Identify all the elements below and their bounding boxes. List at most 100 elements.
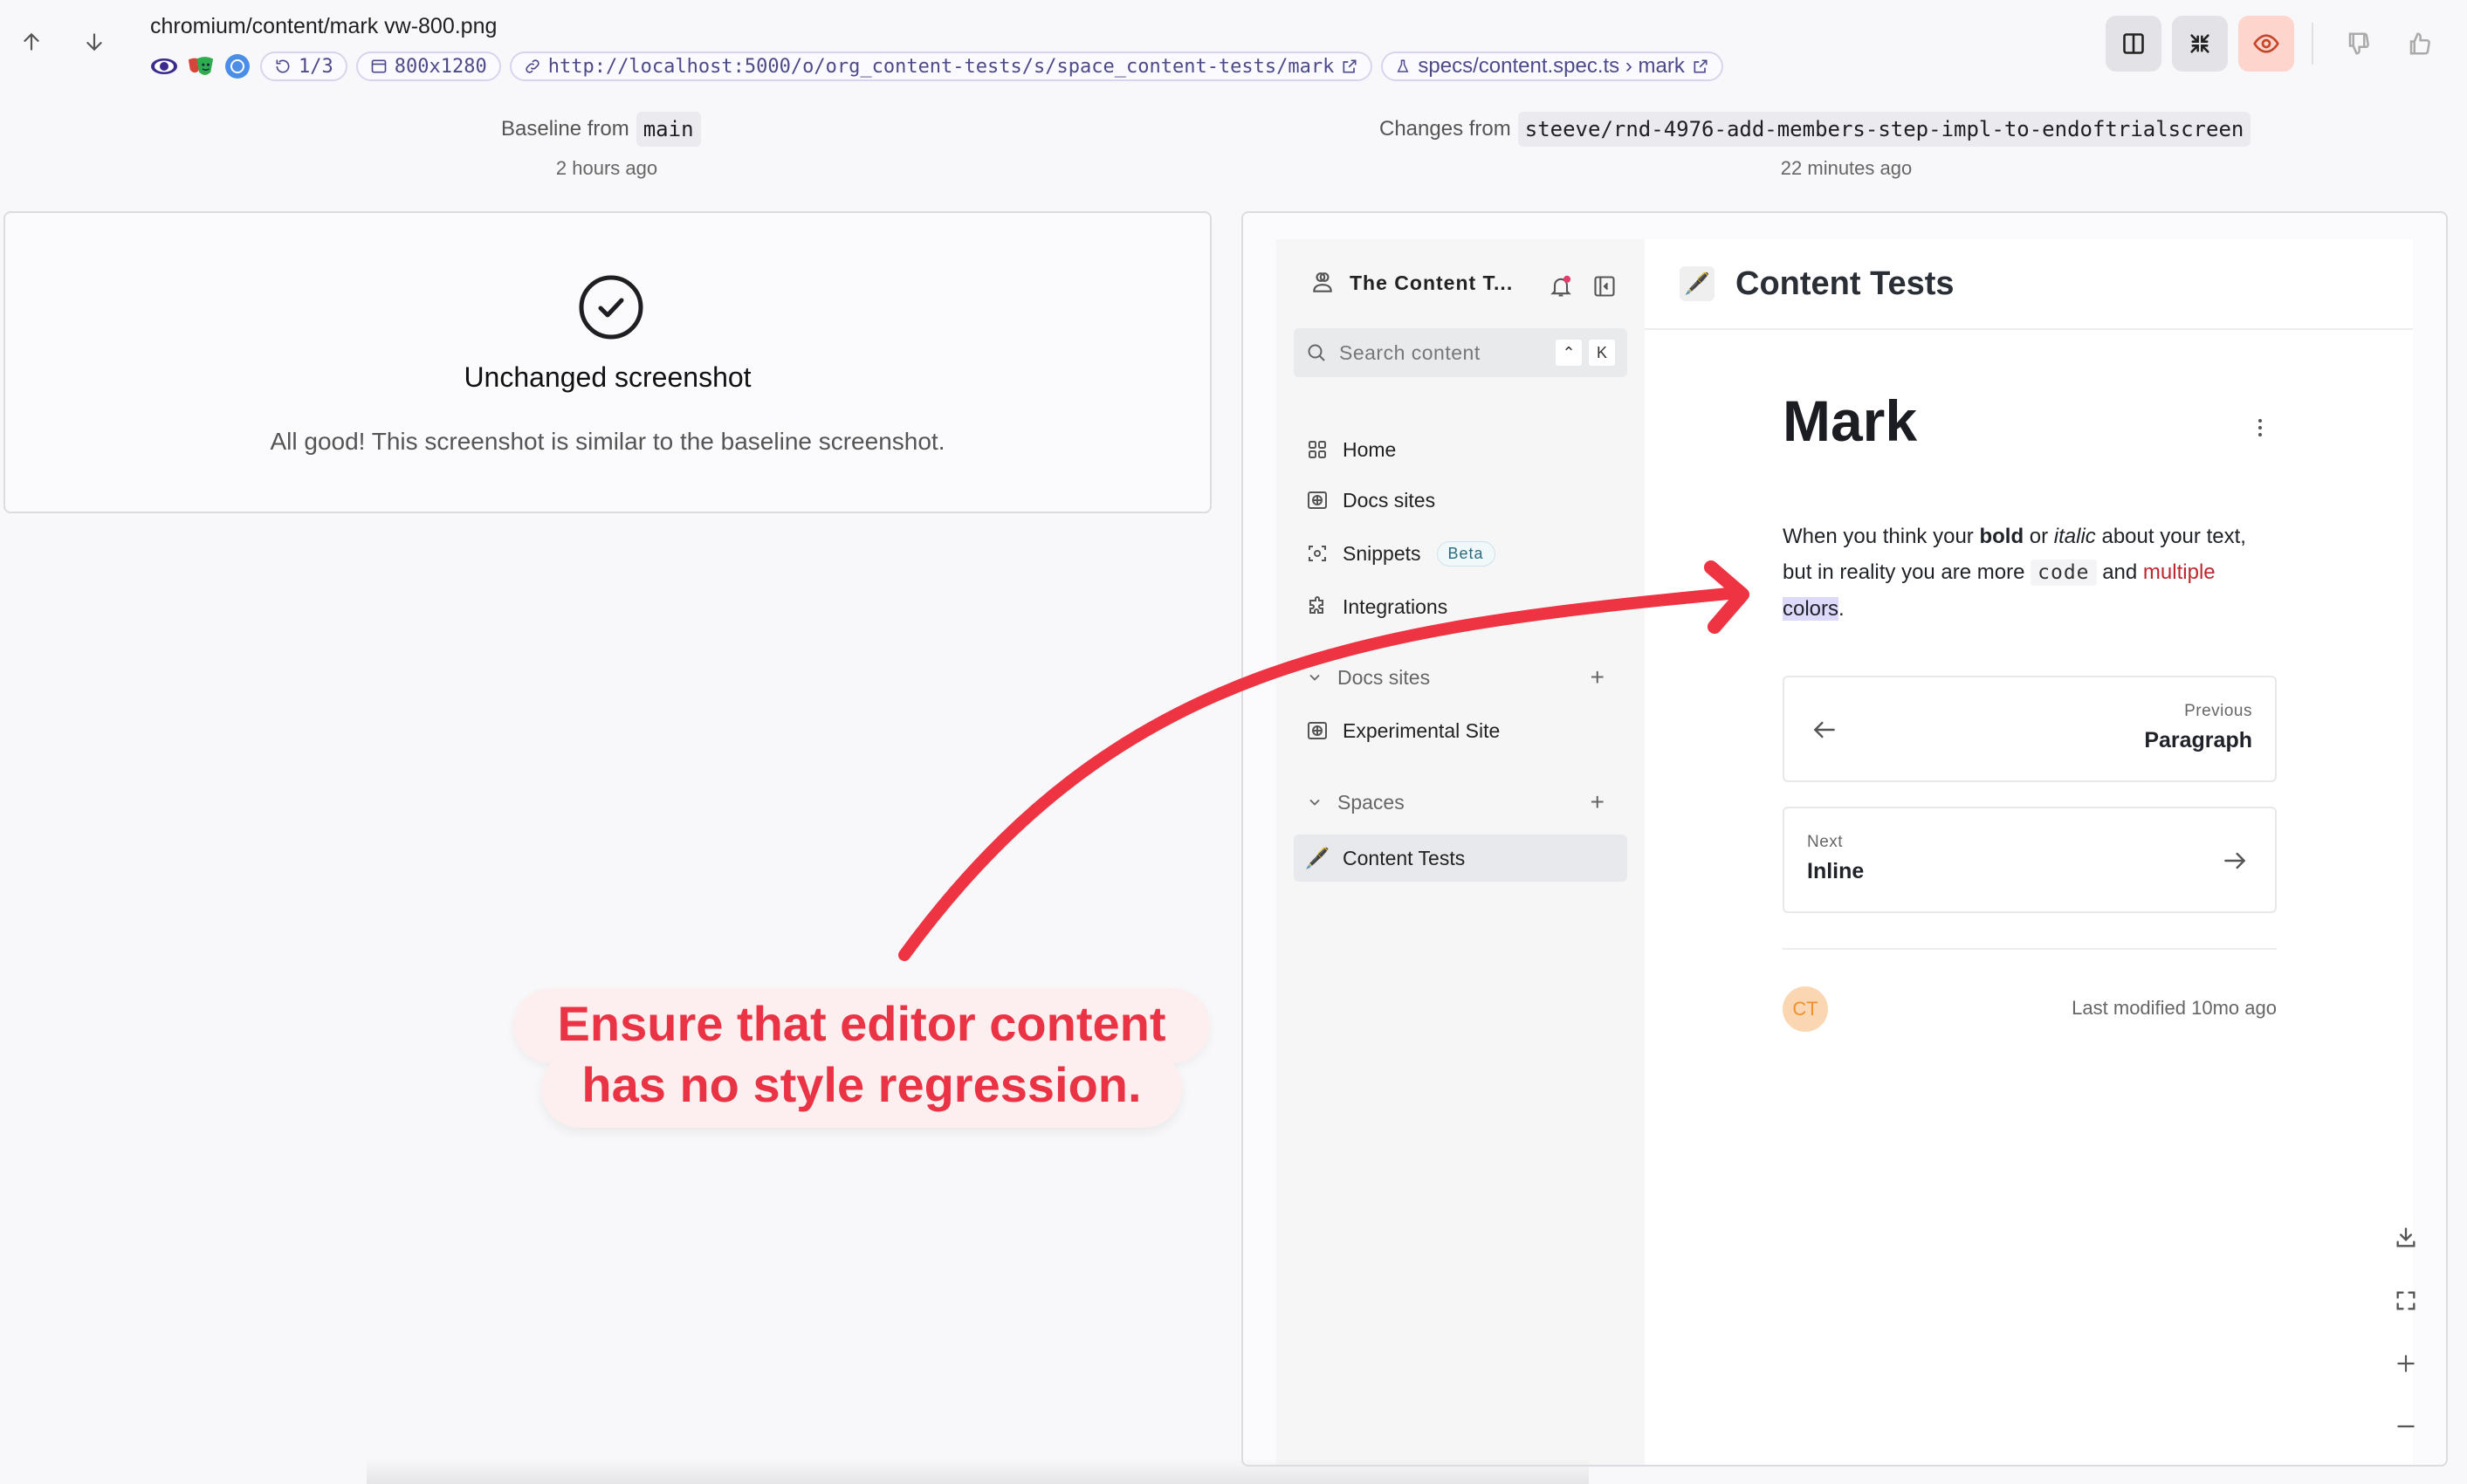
space-header: 🖋️ Content Tests (1645, 239, 2413, 330)
url-link[interactable]: http://localhost:5000/o/org_content-test… (509, 52, 1373, 81)
zoom-out-button[interactable] (2388, 1409, 2423, 1444)
text: and (2096, 560, 2143, 584)
side-by-side-button[interactable] (2106, 16, 2161, 72)
approve-button[interactable] (2392, 16, 2448, 72)
more-vertical-icon (2258, 419, 2262, 436)
grid-icon (1306, 438, 1329, 461)
text: . (1838, 597, 1845, 621)
callout-text: Ensure that editor content has no style … (513, 993, 1210, 1116)
spaces-section[interactable]: Spaces + (1294, 783, 1627, 821)
org-name: The Content T... (1350, 271, 1514, 294)
space-title[interactable]: Content Tests (1735, 265, 1955, 303)
italic-text: italic (2053, 525, 2096, 548)
baseline-time: 2 hours ago (555, 157, 658, 179)
org-switcher[interactable]: The Content T... (1311, 271, 1513, 295)
zoom-in-button[interactable] (2388, 1346, 2423, 1381)
previous-page-card[interactable]: Previous Paragraph (1783, 676, 2277, 782)
search-placeholder: Search content (1339, 340, 1481, 364)
eye-logo-icon (150, 52, 178, 80)
retry-icon (276, 59, 290, 73)
search-icon (1308, 344, 1325, 361)
next-button[interactable] (79, 26, 110, 58)
playwright-icon (187, 52, 215, 80)
chevron-down-icon (1309, 674, 1320, 681)
page-title: Mark (1783, 388, 1918, 453)
viewport-chip[interactable]: 800x1280 (355, 52, 501, 81)
retry-chip[interactable]: 1/3 (260, 52, 347, 81)
baseline-panel: Unchanged screenshot All good! This scre… (3, 211, 1212, 513)
notifications-button[interactable] (1545, 271, 1577, 302)
search-input[interactable]: Search content ⌃ K (1294, 328, 1627, 377)
sidebar-item-label: Experimental Site (1343, 718, 1501, 742)
reject-button[interactable] (2331, 16, 2387, 72)
sidebar-item-home[interactable]: Home (1294, 426, 1627, 473)
changes-header: Changes from steeve/rnd-4976-add-members… (1379, 112, 2251, 147)
highlight-diff-button[interactable] (2238, 16, 2294, 72)
sidebar-item-label: Docs sites (1343, 488, 1436, 512)
chromium-icon (223, 52, 251, 80)
download-icon (2396, 1227, 2415, 1247)
baseline-branch: main (636, 112, 701, 147)
sidebar-item-docs-sites[interactable]: Docs sites (1294, 477, 1627, 524)
app-sidebar: The Content T... Search content ⌃ K Home… (1276, 239, 1645, 1465)
plus-icon (2397, 1355, 2415, 1372)
arrow-down-icon (86, 33, 102, 52)
main-content: 🖋️ Content Tests Mark When you think you… (1645, 239, 2413, 1465)
sidebar-item-label: Integrations (1343, 594, 1448, 618)
changes-time: 22 minutes ago (1780, 157, 1913, 179)
highlighted-text: colors (1783, 597, 1839, 621)
spec-link[interactable]: specs/content.spec.ts › mark (1381, 52, 1723, 81)
next-label: Next (1807, 833, 1844, 851)
changes-label: Changes from (1379, 117, 1511, 141)
users-icon (1313, 272, 1332, 292)
add-space-button[interactable]: + (1591, 788, 1605, 816)
previous-title: Paragraph (2144, 728, 2252, 752)
collapse-sidebar-button[interactable] (1589, 271, 1620, 302)
footer-divider (1783, 948, 2277, 950)
section-label: Spaces (1337, 790, 1405, 814)
sidebar-item-integrations[interactable]: Integrations (1294, 583, 1627, 630)
external-link-icon (1694, 59, 1708, 73)
thumbs-up-icon (2409, 32, 2430, 55)
download-button[interactable] (2388, 1220, 2423, 1255)
retry-count: 1/3 (299, 55, 333, 78)
callout-line-1: Ensure that editor content (557, 996, 1166, 1051)
flask-icon (1397, 59, 1409, 72)
globe-icon (1306, 489, 1329, 512)
fullscreen-button[interactable] (2388, 1283, 2423, 1318)
text: or (2024, 525, 2054, 548)
fit-view-button[interactable] (2172, 16, 2228, 72)
sidebar-item-label: Snippets (1343, 541, 1421, 565)
fountain-pen-icon: 🖋️ (1680, 266, 1715, 301)
eye-icon (2253, 34, 2279, 53)
next-title: Inline (1807, 859, 1865, 883)
mark-paragraph: When you think your bold or italic about… (1783, 519, 2271, 627)
chevron-down-icon (1309, 799, 1320, 806)
snippet-icon (1306, 542, 1329, 565)
previous-label: Previous (2184, 702, 2252, 720)
screenshot-name: chromium/content/mark vw-800.png (150, 14, 498, 38)
section-label: Docs sites (1337, 665, 1431, 689)
bell-icon (1550, 275, 1571, 297)
external-link-icon (1343, 59, 1357, 73)
arrow-left-icon (1813, 721, 1835, 739)
previous-button[interactable] (16, 26, 47, 58)
next-page-card[interactable]: Next Inline (1783, 807, 2277, 913)
sidebar-item-experimental-site[interactable]: Experimental Site (1294, 707, 1627, 754)
window-icon (371, 59, 387, 73)
sidebar-item-label: Content Tests (1343, 846, 1466, 869)
add-docs-site-button[interactable]: + (1591, 663, 1605, 691)
arrow-up-icon (24, 32, 39, 51)
url-text: http://localhost:5000/o/org_content-test… (547, 55, 1335, 78)
sidebar-item-content-tests[interactable]: 🖋️ Content Tests (1294, 835, 1627, 882)
bold-text: bold (1979, 525, 2024, 548)
page-actions-button[interactable] (2247, 410, 2273, 445)
sidebar-item-snippets[interactable]: Snippets Beta (1294, 530, 1627, 577)
docs-sites-section[interactable]: Docs sites + (1294, 658, 1627, 697)
puzzle-icon (1306, 595, 1329, 618)
thumbs-down-icon (2348, 32, 2369, 55)
shortcut-ctrl: ⌃ (1556, 340, 1582, 366)
sidebar-collapse-icon (1594, 276, 1615, 297)
baseline-header: Baseline from main (501, 112, 701, 147)
sidebar-item-label: Home (1343, 437, 1397, 461)
